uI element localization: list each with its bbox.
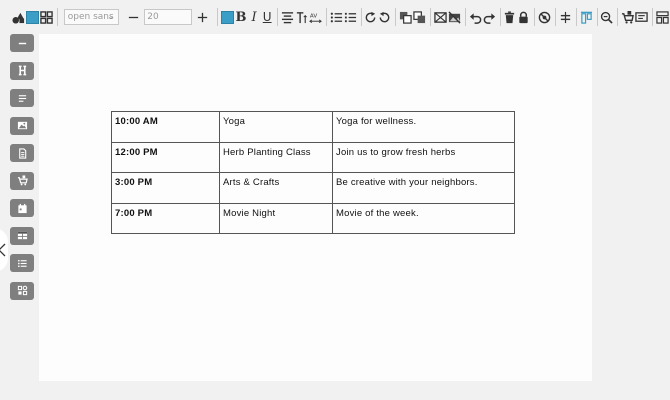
sidebar-item-calendar[interactable]	[10, 199, 34, 217]
table-row: 3:00 PM Arts & Crafts Be creative with you…	[111, 172, 515, 204]
text-color-swatch[interactable]	[221, 8, 234, 26]
italic-button[interactable]: I	[248, 8, 260, 26]
rotate-left-icon[interactable]	[378, 8, 391, 26]
table-row: 7:00 PM Movie Night Movie of the week.	[111, 202, 515, 234]
toolbar-divider	[277, 8, 278, 26]
table-icon	[17, 231, 27, 240]
toolbar-divider	[430, 8, 431, 26]
align-top-icon[interactable]	[580, 8, 593, 26]
toolbar-divider	[555, 8, 556, 26]
description-cell[interactable]: Join us to grow fresh herbs	[332, 141, 515, 173]
time-cell[interactable]: 7:00 PM	[111, 202, 220, 234]
toolbar-divider	[464, 8, 466, 26]
bold-button[interactable]: B	[235, 8, 247, 26]
table-row: 10:00 AM Yoga Yoga for wellness.	[111, 111, 515, 143]
svg-text:AV: AV	[310, 13, 317, 19]
sidebar-item-heading[interactable]	[10, 61, 34, 80]
toolbar-divider	[57, 8, 58, 26]
toolbar-divider	[652, 8, 653, 26]
font-size-increase-button[interactable]	[194, 8, 210, 26]
layout-icon[interactable]	[656, 8, 669, 26]
letter-spacing-icon[interactable]: AV	[309, 8, 322, 26]
activity-cell[interactable]: Yoga	[219, 111, 333, 143]
chevron-down-icon: ⌄	[107, 12, 115, 21]
image-icon	[17, 121, 27, 130]
cart-icon	[17, 175, 28, 186]
toolbar-divider	[217, 8, 218, 26]
schedule-table-body: 10:00 AM Yoga Yoga for wellness. 12:00 PM He…	[111, 111, 515, 234]
rotate-right-icon[interactable]	[364, 8, 377, 26]
sidebar-item-divider[interactable]	[10, 34, 34, 52]
lock-icon[interactable]	[517, 8, 530, 26]
page-canvas[interactable]: 10:00 AM Yoga Yoga for wellness. 12:00 PM He…	[39, 34, 592, 381]
widgets-icon	[17, 285, 27, 296]
line-height-icon[interactable]	[295, 8, 308, 26]
activity-cell[interactable]: Arts & Crafts	[219, 172, 333, 204]
font-family-select[interactable]: open sans ⌄	[63, 9, 120, 25]
sidebar-item-widgets[interactable]	[10, 281, 34, 300]
chevron-left-icon	[0, 243, 5, 257]
shapes-icon[interactable]	[12, 8, 25, 26]
underline-label: U	[262, 10, 272, 24]
time-cell[interactable]: 3:00 PM	[111, 172, 220, 204]
toolbar-divider	[575, 8, 577, 26]
toolbar-divider	[325, 8, 327, 26]
divider-icon	[18, 42, 26, 44]
no-link-icon[interactable]	[538, 8, 551, 26]
send-backward-icon[interactable]	[413, 8, 426, 26]
numbered-list-icon[interactable]	[344, 8, 357, 26]
toolbar-divider	[499, 8, 501, 26]
undo-icon[interactable]	[469, 8, 482, 26]
crop-image-icon[interactable]	[434, 8, 447, 26]
add-to-cart-icon[interactable]	[621, 8, 635, 26]
table-row: 12:00 PM Herb Planting Class Join us to gr…	[111, 141, 515, 173]
description-cell[interactable]: Movie of the week.	[332, 202, 515, 234]
font-size-input[interactable]: 20	[144, 9, 193, 25]
bulleted-list-icon[interactable]	[330, 8, 343, 26]
description-cell[interactable]: Yoga for wellness.	[332, 111, 515, 143]
align-middle-icon[interactable]	[559, 8, 572, 26]
calendar-icon	[17, 203, 27, 213]
sidebar-item-table[interactable]	[10, 226, 34, 245]
paragraph-icon	[18, 94, 26, 102]
collapse-sidebar-button[interactable]	[0, 228, 8, 272]
bring-forward-icon[interactable]	[399, 8, 412, 26]
heading-icon	[18, 65, 26, 76]
activity-cell[interactable]: Movie Night	[219, 202, 333, 234]
sidebar	[10, 34, 36, 309]
toolbar-divider	[360, 8, 362, 26]
zoom-out-icon[interactable]	[600, 8, 614, 26]
sidebar-item-list[interactable]	[10, 254, 34, 272]
font-size-control: 20	[125, 8, 211, 26]
toolbar: open sans ⌄ 20 B I U AV	[0, 0, 670, 34]
schedule-table[interactable]: 10:00 AM Yoga Yoga for wellness. 12:00 PM He…	[111, 111, 515, 234]
toolbar-divider	[395, 8, 397, 26]
bold-label: B	[235, 9, 247, 25]
sidebar-item-cart[interactable]	[10, 171, 34, 190]
fill-color-swatch[interactable]	[26, 8, 39, 26]
sidebar-item-document[interactable]	[10, 144, 34, 162]
toolbar-divider	[596, 8, 598, 26]
description-cell[interactable]: Be creative with your neighbors.	[332, 172, 515, 204]
underline-button[interactable]: U	[261, 8, 273, 26]
toolbar-divider	[617, 8, 619, 26]
comment-icon[interactable]	[635, 8, 648, 26]
sidebar-item-image[interactable]	[10, 116, 34, 135]
trash-icon[interactable]	[503, 8, 516, 26]
toolbar-divider	[534, 8, 536, 26]
time-cell[interactable]: 12:00 PM	[111, 141, 220, 173]
italic-label: I	[251, 9, 257, 25]
list-icon	[17, 259, 27, 267]
hide-image-icon[interactable]	[448, 8, 461, 26]
font-size-decrease-button[interactable]	[125, 8, 141, 26]
redo-icon[interactable]	[483, 8, 496, 26]
sidebar-item-paragraph[interactable]	[10, 89, 34, 107]
activity-cell[interactable]: Herb Planting Class	[219, 141, 333, 173]
document-icon	[18, 147, 26, 159]
grid-icon[interactable]	[40, 8, 53, 26]
align-center-icon[interactable]	[281, 8, 294, 26]
time-cell[interactable]: 10:00 AM	[111, 111, 220, 143]
